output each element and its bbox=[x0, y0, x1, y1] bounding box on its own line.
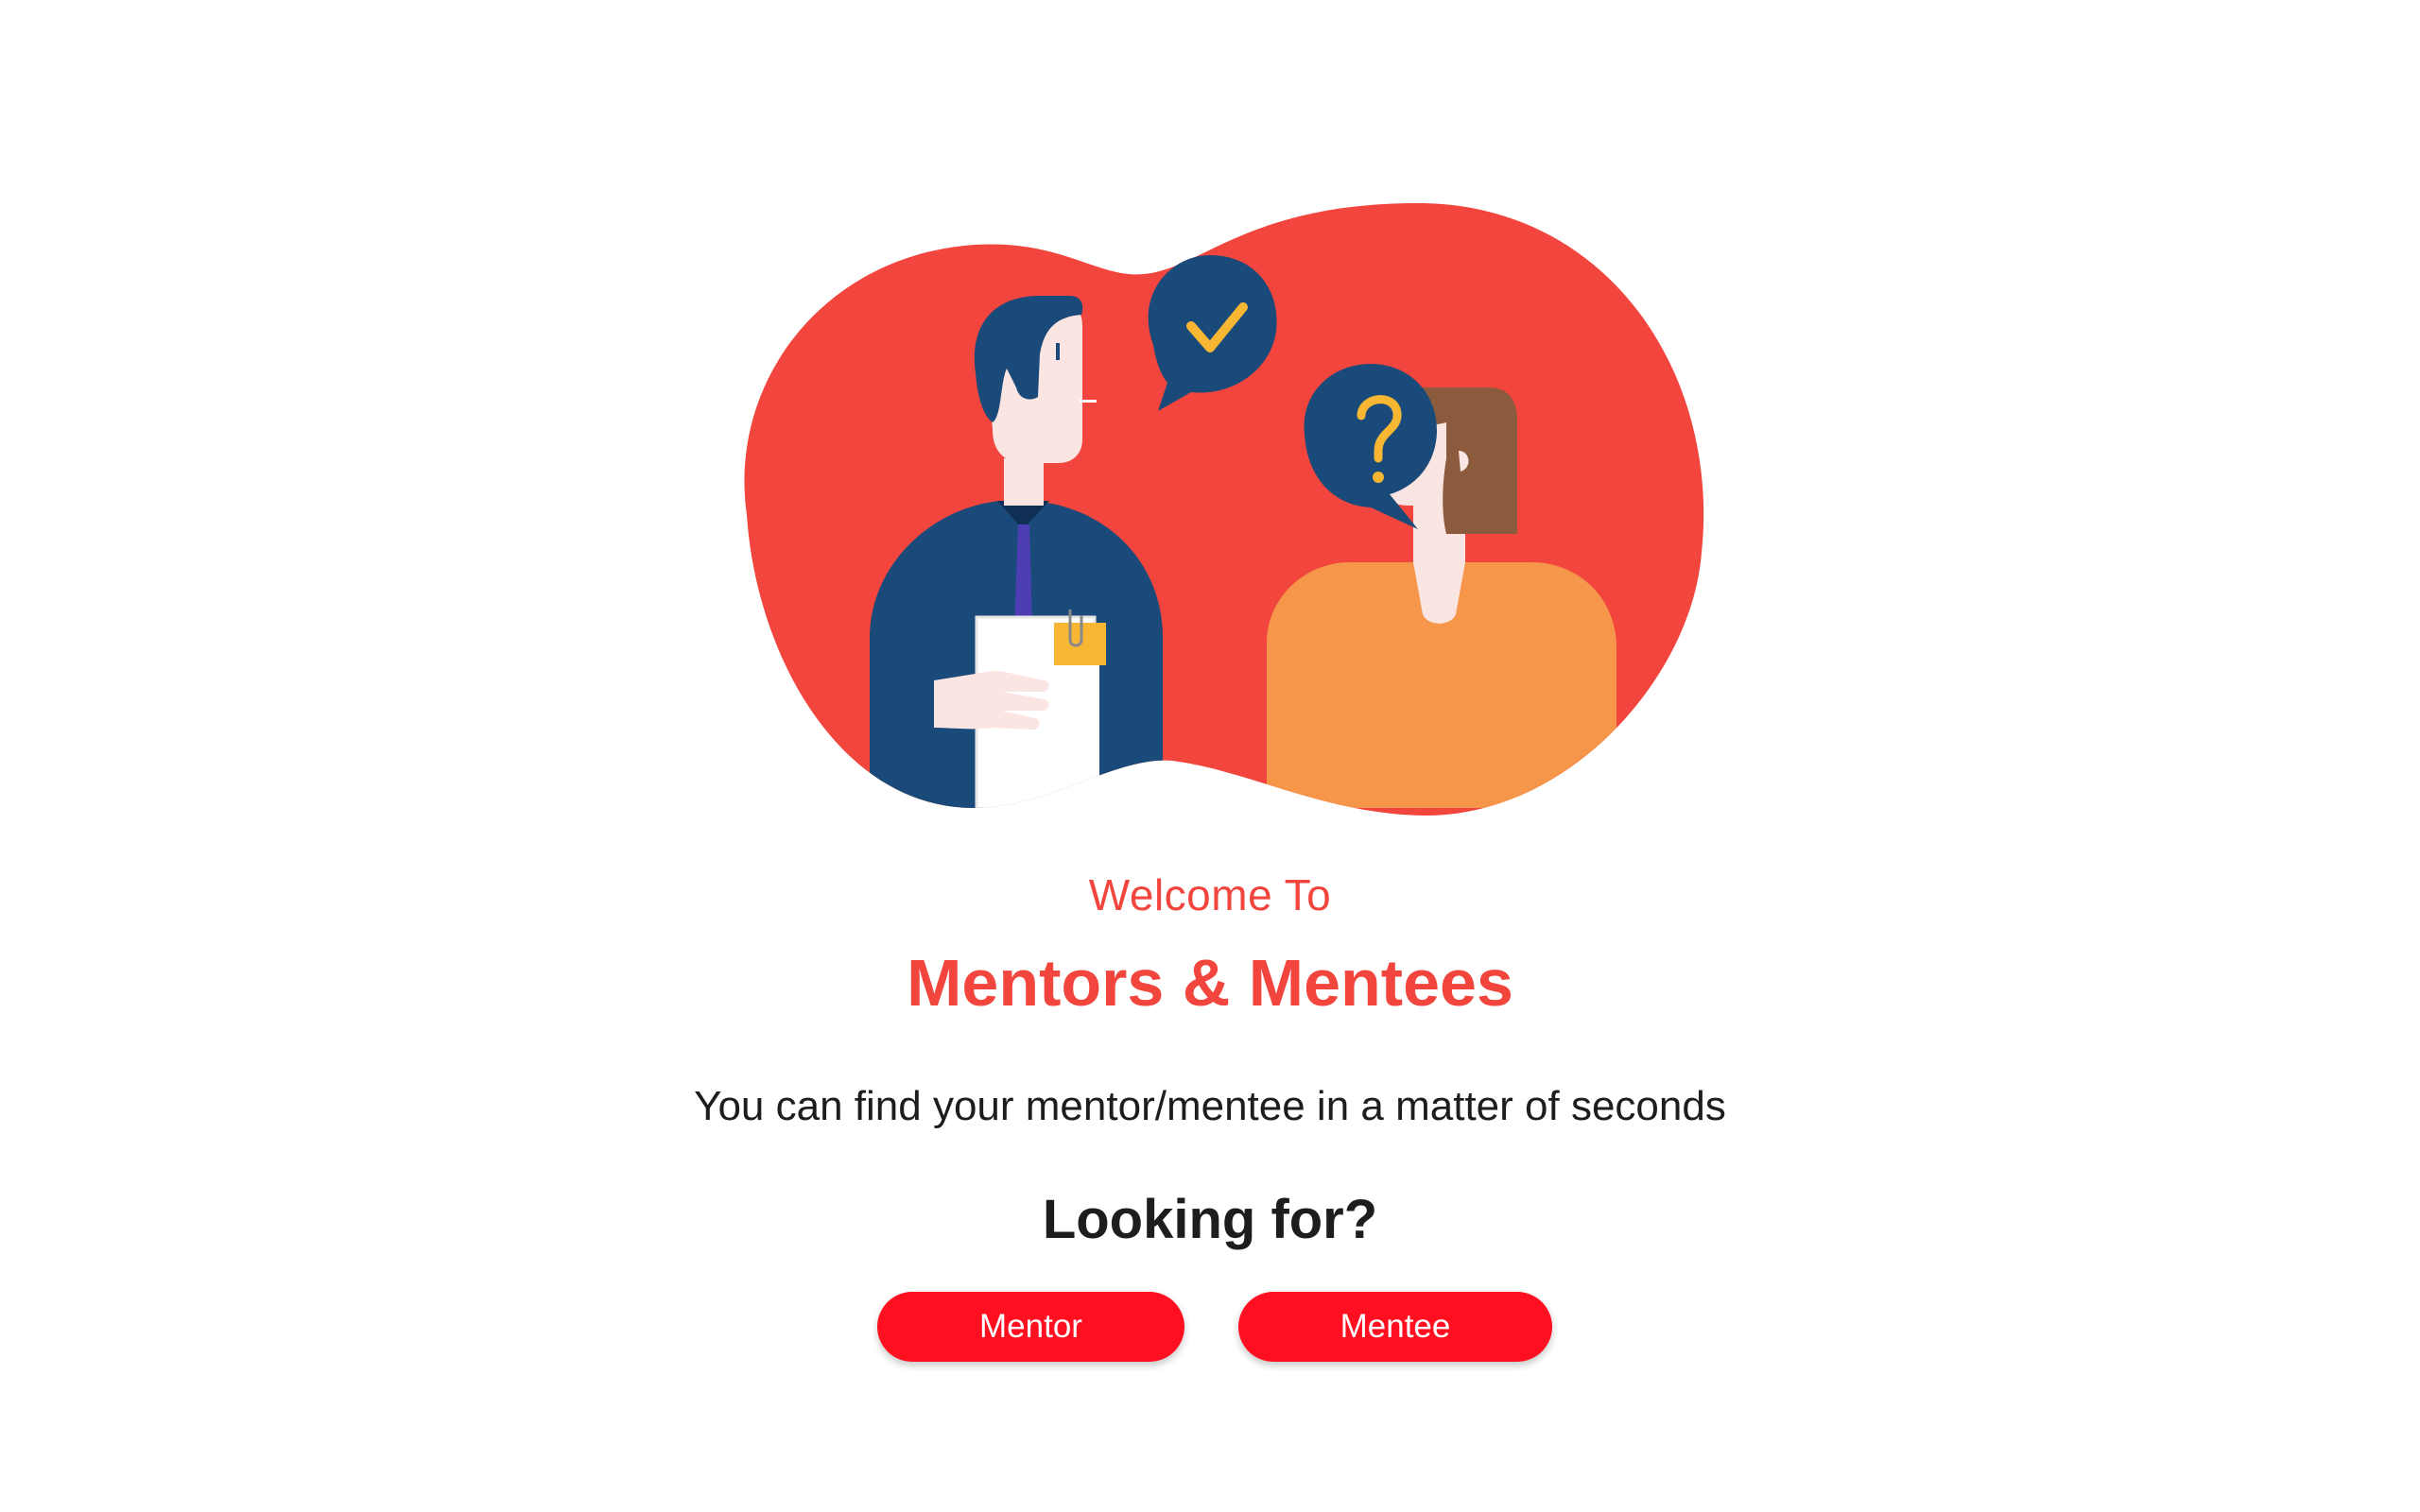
looking-for-heading: Looking for? bbox=[1042, 1189, 1378, 1250]
app-title: Mentors & Mentees bbox=[907, 946, 1513, 1020]
welcome-page: Welcome To Mentors & Mentees You can fin… bbox=[0, 0, 2420, 1512]
mentoring-illustration bbox=[744, 203, 1704, 816]
hero-illustration bbox=[718, 203, 1711, 817]
mentee-button[interactable]: Mentee bbox=[1238, 1292, 1552, 1362]
mentor-button[interactable]: Mentor bbox=[877, 1292, 1184, 1362]
welcome-text: Welcome To bbox=[1088, 870, 1332, 919]
tagline: You can find your mentor/mentee in a mat… bbox=[694, 1083, 1726, 1129]
